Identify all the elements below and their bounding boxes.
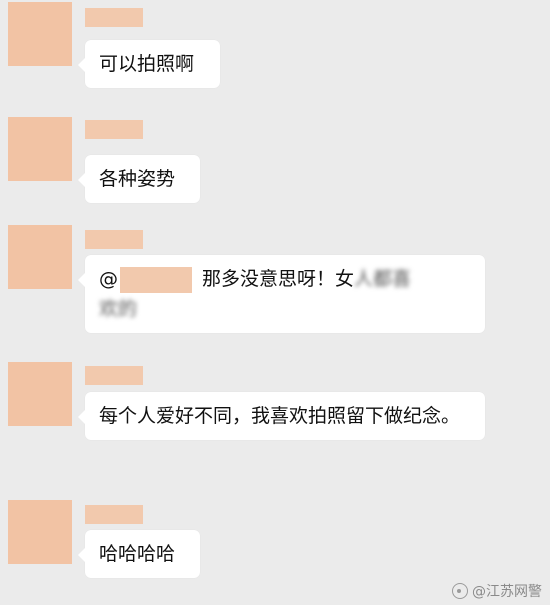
weibo-icon — [452, 583, 468, 599]
message-bubble[interactable]: 各种姿势 — [78, 155, 200, 203]
avatar[interactable] — [8, 362, 72, 426]
sender-name-mask — [85, 505, 143, 524]
message-bubble[interactable]: 每个人爱好不同，我喜欢拍照留下做纪念。 — [78, 392, 485, 440]
message-bubble[interactable]: @ 那多没意思呀！女人都喜 欢的 — [78, 255, 485, 333]
sender-name-mask — [85, 120, 143, 139]
watermark-text: @江苏网警 — [472, 584, 542, 600]
mention-name-mask — [120, 266, 192, 293]
sender-name-mask — [85, 366, 143, 385]
avatar[interactable] — [8, 500, 72, 564]
message-bubble[interactable]: 哈哈哈哈 — [78, 530, 200, 578]
sender-name-mask — [85, 230, 143, 249]
watermark: @江苏网警 — [452, 581, 542, 601]
blurred-text: 人都喜 — [354, 268, 412, 290]
sender-name-mask — [85, 8, 143, 27]
message-text: 哈哈哈哈 — [99, 543, 176, 565]
blurred-text: 欢的 — [99, 298, 138, 320]
message-text: 可以拍照啊 — [99, 53, 195, 75]
mention-symbol: @ — [99, 268, 118, 290]
avatar[interactable] — [8, 2, 72, 66]
avatar[interactable] — [8, 117, 72, 181]
message-bubble[interactable]: 可以拍照啊 — [78, 40, 220, 88]
message-text: 每个人爱好不同，我喜欢拍照留下做纪念。 — [99, 405, 461, 427]
message-text: 各种姿势 — [99, 168, 176, 190]
avatar[interactable] — [8, 225, 72, 289]
message-text: 那多没意思呀！女 — [202, 268, 355, 290]
